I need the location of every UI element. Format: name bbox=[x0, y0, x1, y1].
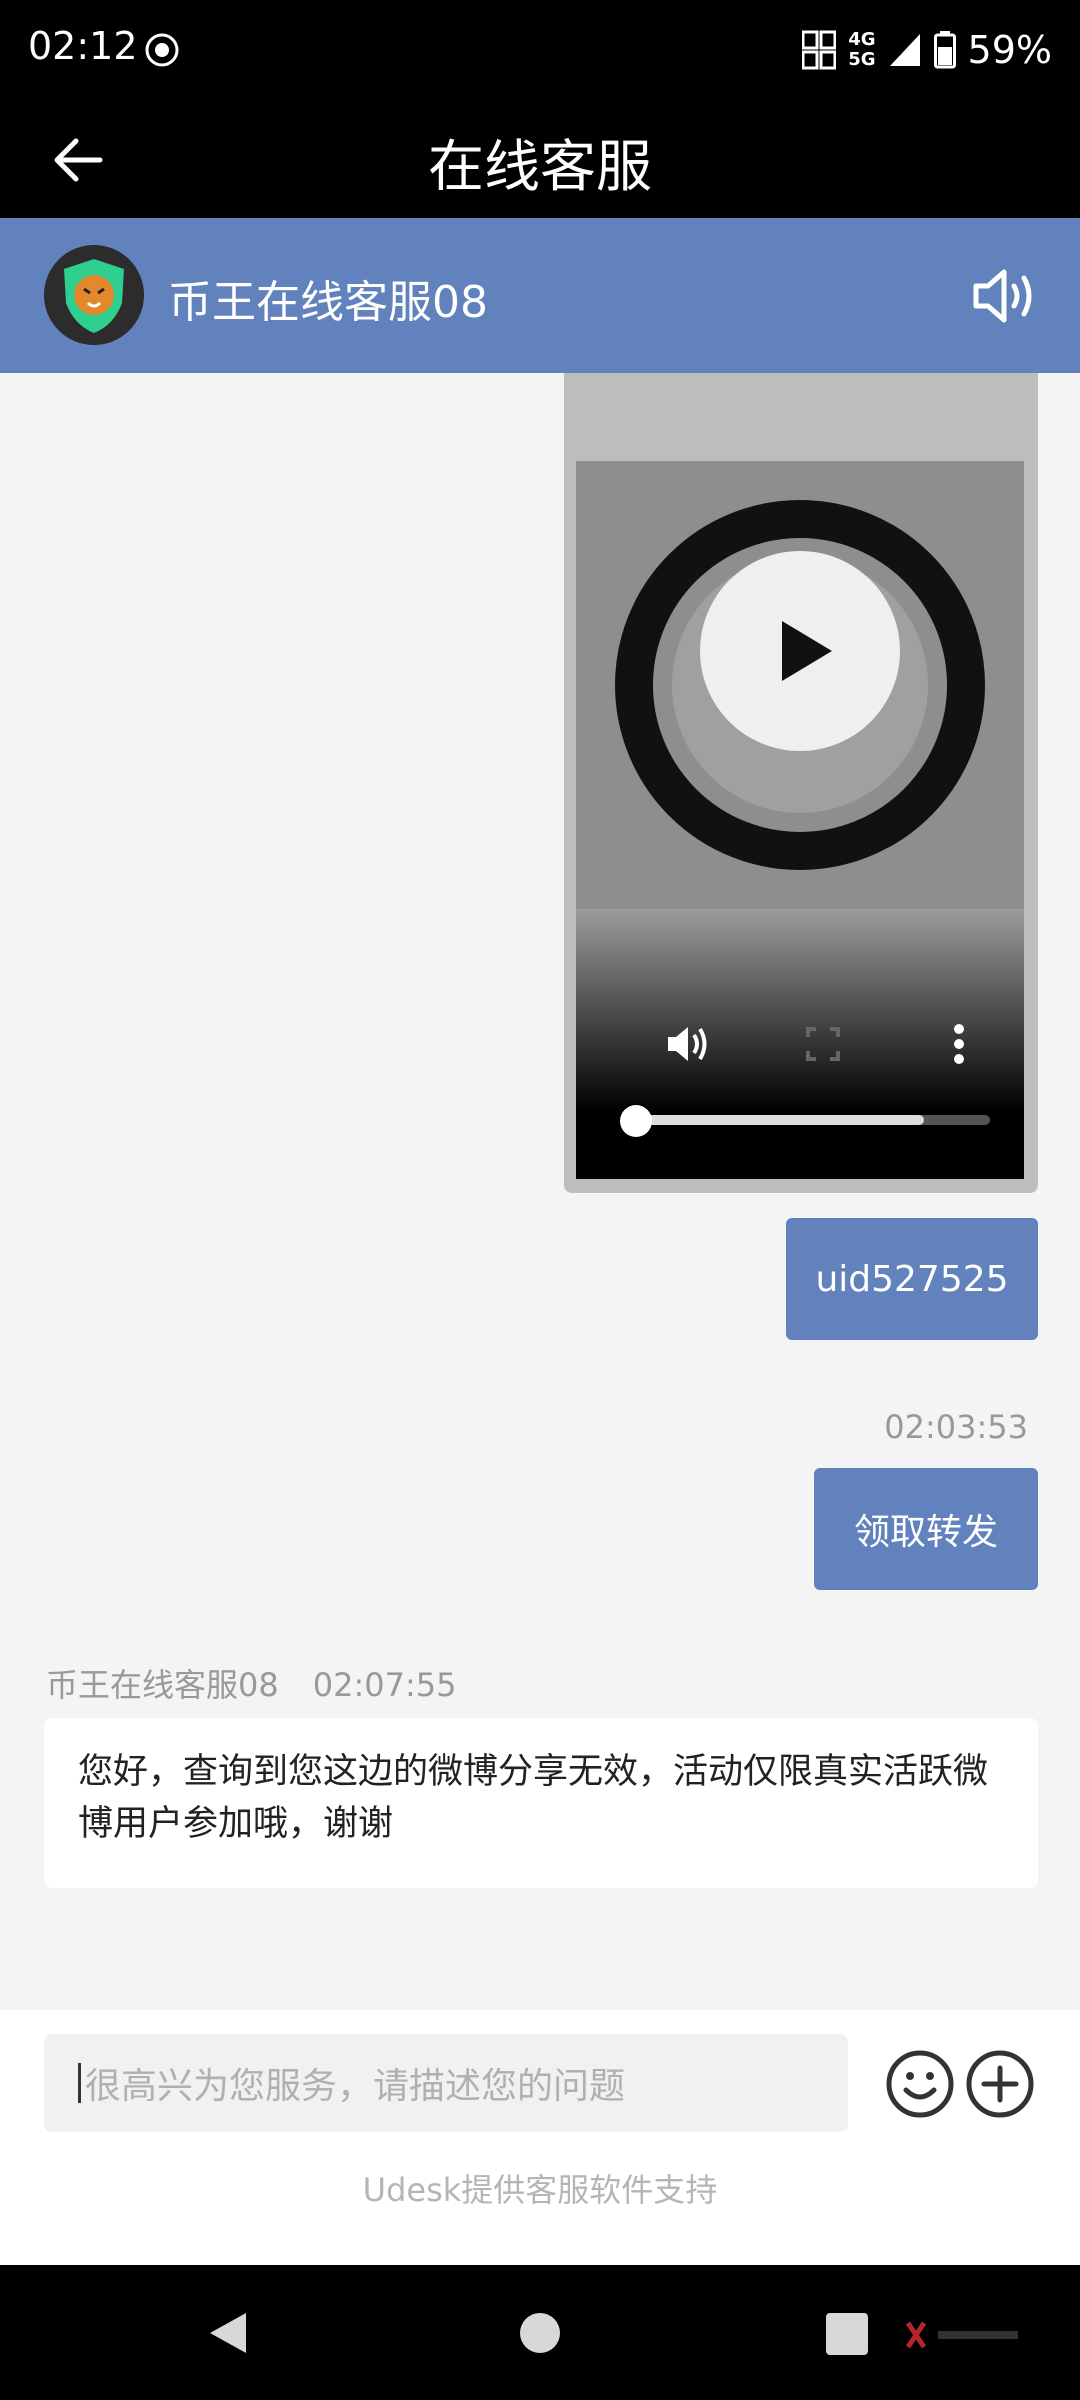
agent-header: 币王在线客服08 bbox=[0, 218, 1080, 373]
message-input-placeholder: 很高兴为您服务，请描述您的问题 bbox=[85, 2066, 626, 2107]
title-bar: 在线客服 bbox=[0, 100, 1080, 218]
status-right: 4G 5G 59% bbox=[802, 24, 1052, 76]
screen-record-icon bbox=[145, 33, 179, 67]
message-text-uid: uid527525 bbox=[815, 1258, 1009, 1300]
powered-by: Udesk提供客服软件支持 bbox=[362, 2171, 718, 2209]
dual-sim-icon bbox=[802, 30, 837, 70]
message-bubble-uid[interactable]: uid527525 bbox=[786, 1218, 1038, 1340]
fullscreen-icon[interactable] bbox=[798, 1019, 848, 1069]
video-seek-bar[interactable] bbox=[626, 1115, 990, 1125]
nav-home-icon[interactable] bbox=[520, 2313, 560, 2353]
video-volume-icon[interactable] bbox=[662, 1019, 712, 1069]
reply-sender: 币王在线客服08 bbox=[46, 1666, 279, 1704]
text-caret bbox=[78, 2063, 81, 2103]
video-thumbnail bbox=[576, 461, 1024, 909]
signal-icon bbox=[889, 34, 920, 66]
network-bottom: 5G bbox=[848, 49, 876, 70]
battery-percent: 59% bbox=[967, 28, 1052, 72]
message-input[interactable]: 很高兴为您服务，请描述您的问题 bbox=[44, 2034, 848, 2132]
message-bubble-claim[interactable]: 领取转发 bbox=[814, 1468, 1038, 1590]
input-area: 很高兴为您服务，请描述您的问题 Udesk提供客服软件支持 bbox=[0, 2010, 1080, 2265]
play-button[interactable] bbox=[700, 551, 900, 751]
battery-icon bbox=[933, 31, 956, 69]
network-top: 4G bbox=[848, 29, 876, 50]
message-bubble-reply[interactable]: 您好，查询到您这边的微博分享无效，活动仅限真实活跃微博用户参加哦，谢谢 bbox=[44, 1718, 1038, 1888]
agent-name: 币王在线客服08 bbox=[168, 277, 488, 328]
status-time: 02:12 bbox=[28, 24, 138, 68]
message-text-claim: 领取转发 bbox=[853, 1512, 998, 1553]
nav-back-icon[interactable] bbox=[206, 2309, 250, 2357]
page-title: 在线客服 bbox=[428, 135, 652, 200]
video-seek-knob[interactable] bbox=[620, 1105, 652, 1137]
system-nav-bar bbox=[0, 2265, 1080, 2400]
reply-meta: 币王在线客服08 02:07:55 bbox=[46, 1660, 490, 1706]
reply-text: 您好，查询到您这边的微博分享无效，活动仅限真实活跃微博用户参加哦，谢谢 bbox=[78, 1752, 989, 1844]
reply-time: 02:07:55 bbox=[312, 1666, 457, 1704]
nav-recents-icon[interactable] bbox=[826, 2313, 868, 2355]
plus-circle-icon[interactable] bbox=[966, 2050, 1034, 2118]
play-icon bbox=[782, 621, 832, 681]
tiger-shield-icon bbox=[44, 245, 144, 345]
speaker-icon[interactable] bbox=[970, 266, 1040, 326]
video-message bbox=[564, 373, 1038, 1193]
watermark-logo-icon bbox=[905, 2321, 1018, 2349]
status-bar: 02:12 4G 5G 59% bbox=[0, 0, 1080, 100]
message-timestamp: 02:03:53 bbox=[884, 1408, 1028, 1446]
more-options-icon[interactable] bbox=[934, 1019, 984, 1069]
video-buffer-fill bbox=[626, 1115, 925, 1125]
video-player[interactable] bbox=[576, 461, 1024, 1179]
agent-avatar[interactable] bbox=[44, 245, 144, 345]
emoji-icon[interactable] bbox=[886, 2050, 954, 2118]
network-type: 4G 5G bbox=[848, 30, 875, 70]
